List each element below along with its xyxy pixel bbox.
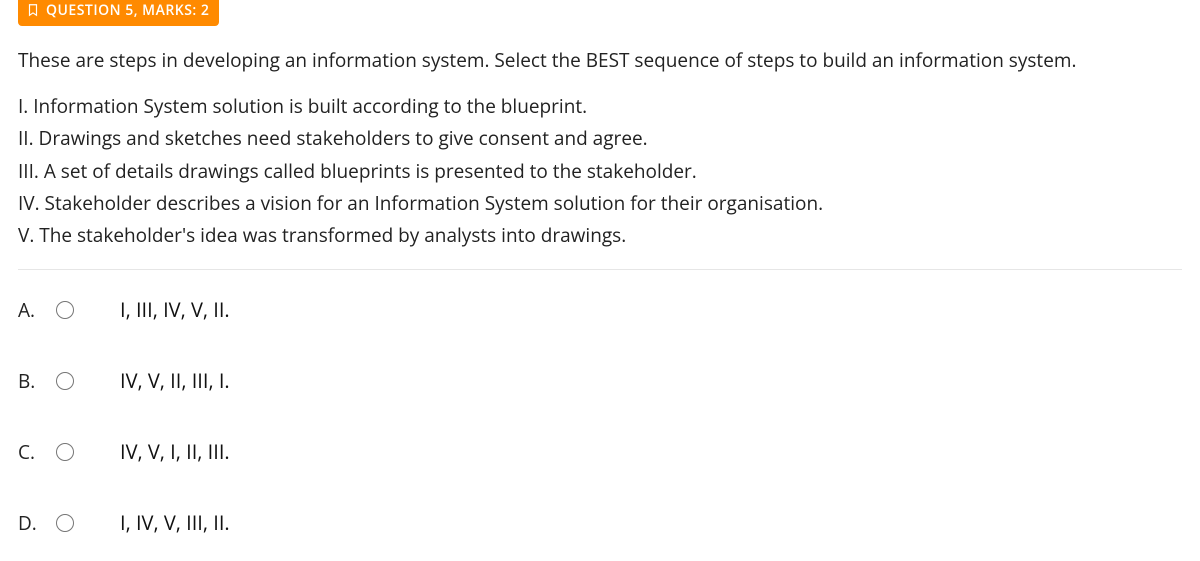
option-d-radio[interactable] xyxy=(56,514,74,532)
option-letter: C. xyxy=(18,439,38,465)
statement-item: III. A set of details drawings called bl… xyxy=(18,155,1182,187)
option-c-text: IV, V, I, II, III. xyxy=(120,438,230,465)
statement-item: IV. Stakeholder describes a vision for a… xyxy=(18,187,1182,219)
option-c[interactable]: C. IV, V, I, II, III. xyxy=(18,416,1182,487)
question-prompt: These are steps in developing an informa… xyxy=(18,46,1182,75)
option-b-radio[interactable] xyxy=(56,372,74,390)
statement-item: V. The stakeholder's idea was transforme… xyxy=(18,219,1182,251)
bookmark-icon xyxy=(26,3,40,17)
option-letter: B. xyxy=(18,368,38,394)
statement-item: II. Drawings and sketches need stakehold… xyxy=(18,122,1182,154)
option-letter: A. xyxy=(18,297,38,323)
option-letter: D. xyxy=(18,510,38,536)
statement-item: I. Information System solution is built … xyxy=(18,90,1182,122)
option-b[interactable]: B. IV, V, II, III, I. xyxy=(18,345,1182,416)
question-badge-label: QUESTION 5, MARKS: 2 xyxy=(46,1,209,20)
option-d[interactable]: D. I, IV, V, III, II. xyxy=(18,487,1182,558)
option-a[interactable]: A. I, III, IV, V, II. xyxy=(18,274,1182,345)
option-d-text: I, IV, V, III, II. xyxy=(120,509,230,536)
question-statements: I. Information System solution is built … xyxy=(18,90,1182,270)
option-c-radio[interactable] xyxy=(56,443,74,461)
question-badge: QUESTION 5, MARKS: 2 xyxy=(18,0,219,26)
answer-options: A. I, III, IV, V, II. B. IV, V, II, III,… xyxy=(18,274,1182,558)
option-a-text: I, III, IV, V, II. xyxy=(120,296,230,323)
option-b-text: IV, V, II, III, I. xyxy=(120,367,230,394)
option-a-radio[interactable] xyxy=(56,301,74,319)
